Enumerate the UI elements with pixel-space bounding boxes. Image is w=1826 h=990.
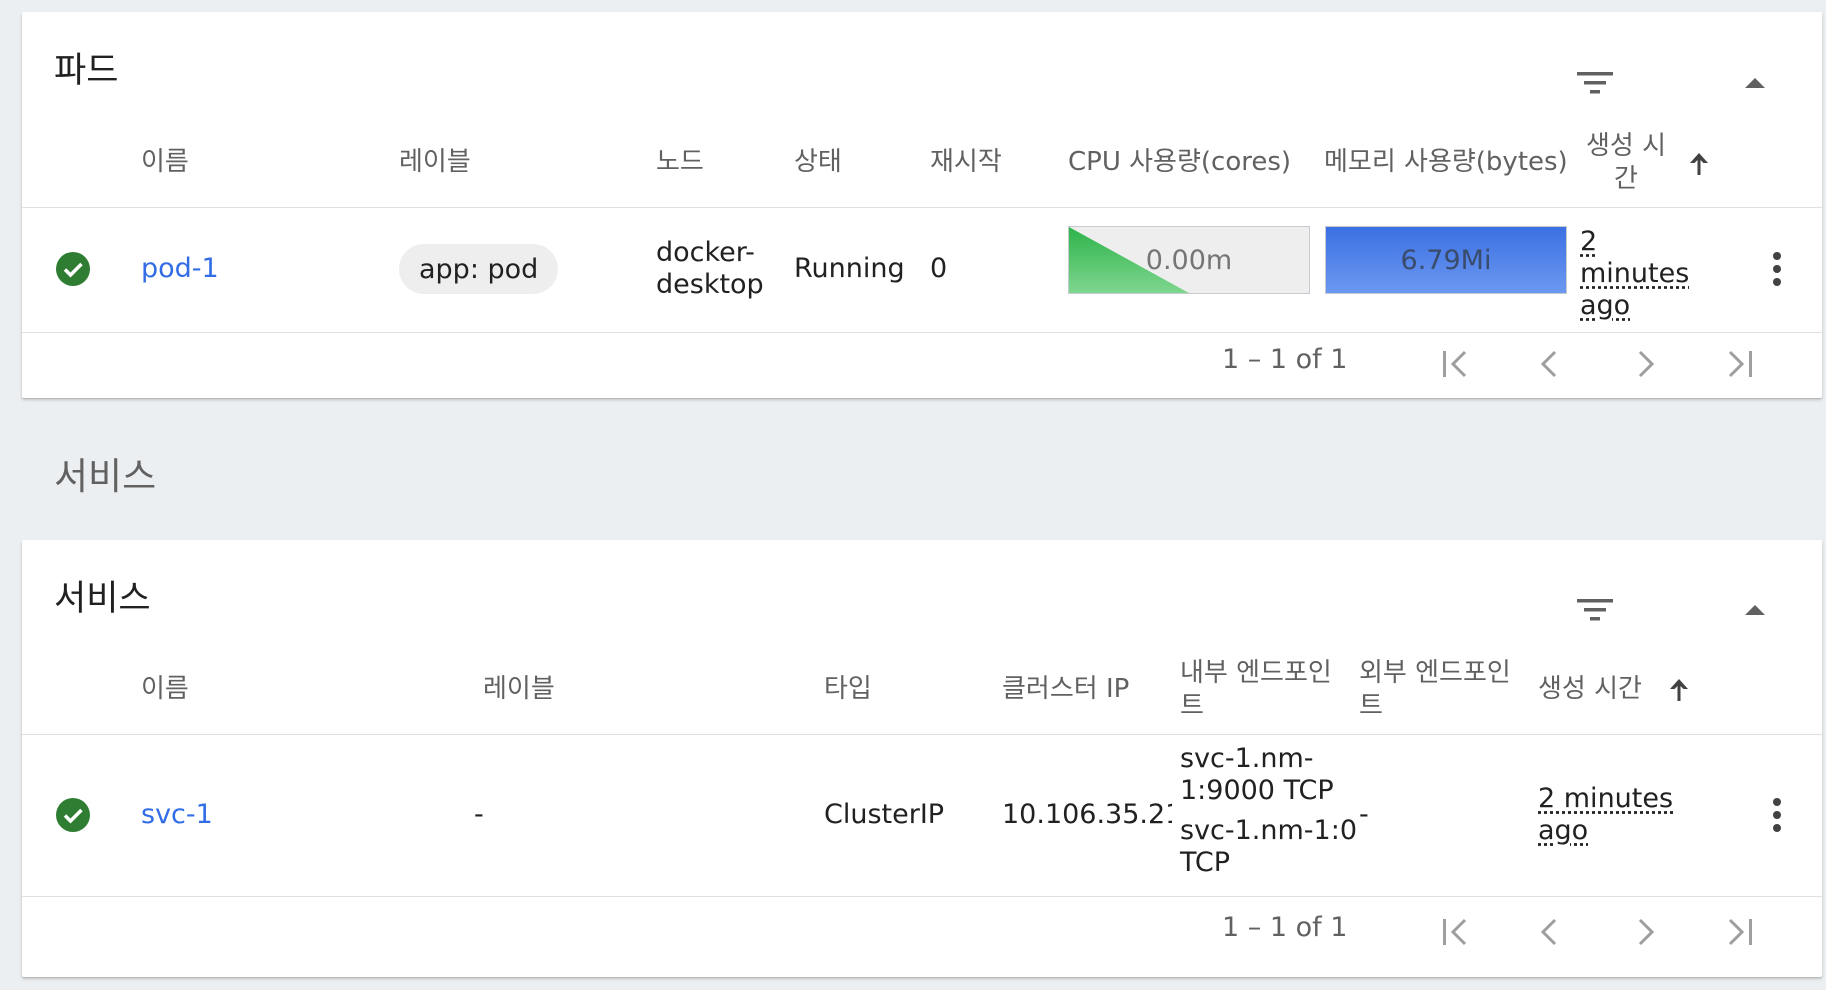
chevron-right-icon bbox=[1638, 918, 1655, 946]
pager-range: 1 – 1 of 1 bbox=[1222, 912, 1348, 943]
col-header-node: 노드 bbox=[656, 147, 704, 177]
node-line1: docker- bbox=[656, 237, 755, 268]
service-row-menu-button[interactable] bbox=[1752, 790, 1802, 840]
chevron-right-icon bbox=[1638, 350, 1655, 378]
pod-age-line3: ago bbox=[1580, 290, 1631, 321]
more-vert-icon bbox=[1773, 252, 1781, 286]
col-header-internal-line2: 트 bbox=[1180, 691, 1204, 721]
first-page-button[interactable] bbox=[1430, 339, 1480, 389]
arrow-upward-icon[interactable] bbox=[1688, 152, 1710, 176]
service-name-link[interactable]: svc-1 bbox=[141, 799, 213, 831]
col-header-internal-line1: 내부 엔드포인 bbox=[1180, 658, 1332, 688]
previous-page-button[interactable] bbox=[1525, 339, 1575, 389]
col-header-created[interactable]: 생성 시간 bbox=[1538, 673, 1642, 706]
expand-less-icon bbox=[1745, 78, 1765, 88]
cluster-ip-cell: 10.106.35.212 bbox=[1002, 799, 1172, 830]
col-header-created-line1: 생성 시 bbox=[1585, 131, 1667, 161]
first-page-button[interactable] bbox=[1430, 907, 1480, 957]
check-circle-icon bbox=[56, 252, 90, 286]
pod-age-line1: 2 bbox=[1580, 226, 1598, 257]
service-age: 2 minutes ago bbox=[1538, 783, 1673, 847]
endpoint-2-line2: TCP bbox=[1180, 847, 1231, 878]
table-row: svc-1 - ClusterIP 10.106.35.212 svc-1.nm… bbox=[22, 735, 1822, 895]
node-cell: docker- desktop bbox=[656, 237, 764, 301]
external-endpoints-cell: - bbox=[1359, 799, 1369, 830]
services-section-title: 서비스 bbox=[54, 455, 157, 498]
col-header-name[interactable]: 이름 bbox=[141, 146, 189, 179]
pager-range: 1 – 1 of 1 bbox=[1222, 344, 1348, 375]
last-page-button[interactable] bbox=[1715, 339, 1765, 389]
endpoint-1-line2: 1:9000 TCP bbox=[1180, 775, 1334, 806]
col-header-external-endpoints: 외부 엔드포인 트 bbox=[1359, 657, 1511, 723]
services-card: 서비스 이름 레이블 타입 클러스터 IP 내부 엔드포인 트 외부 엔드포인 … bbox=[22, 540, 1822, 977]
first-page-icon bbox=[1443, 918, 1467, 946]
filter-button[interactable] bbox=[1570, 585, 1620, 635]
expand-less-icon bbox=[1745, 605, 1765, 615]
last-page-icon bbox=[1728, 918, 1752, 946]
services-card-title: 서비스 bbox=[54, 579, 151, 619]
chevron-left-icon bbox=[1540, 918, 1557, 946]
pod-row-menu-button[interactable] bbox=[1752, 244, 1802, 294]
pod-age-line2: minutes bbox=[1580, 258, 1690, 289]
col-header-labels: 레이블 bbox=[399, 147, 471, 177]
check-circle-icon bbox=[56, 798, 90, 832]
row-divider bbox=[22, 332, 1822, 333]
filter-icon bbox=[1577, 599, 1613, 621]
col-header-external-line2: 트 bbox=[1359, 691, 1383, 721]
col-header-created-line2: 간 bbox=[1614, 164, 1638, 194]
chevron-left-icon bbox=[1540, 350, 1557, 378]
col-header-restarts: 재시작 bbox=[930, 147, 1002, 177]
pod-age: 2 minutes ago bbox=[1580, 226, 1689, 322]
filter-button[interactable] bbox=[1570, 58, 1620, 108]
collapse-button[interactable] bbox=[1730, 585, 1780, 635]
last-page-icon bbox=[1728, 350, 1752, 378]
col-header-status: 상태 bbox=[794, 147, 842, 177]
col-header-type: 타입 bbox=[824, 674, 872, 704]
service-age-line2: ago bbox=[1538, 815, 1589, 846]
endpoint-1-line1: svc-1.nm- bbox=[1180, 743, 1314, 774]
pods-card: 파드 이름 레이블 노드 상태 재시작 CPU 사용량(cores) 메모리 사… bbox=[22, 12, 1822, 398]
col-header-labels: 레이블 bbox=[483, 674, 555, 704]
col-header-cpu: CPU 사용량(cores) bbox=[1068, 147, 1292, 177]
pods-card-title: 파드 bbox=[54, 51, 119, 91]
node-line2: desktop bbox=[656, 269, 764, 300]
first-page-icon bbox=[1443, 350, 1467, 378]
col-header-external-line1: 외부 엔드포인 bbox=[1359, 658, 1511, 688]
label-chip: app: pod bbox=[399, 244, 559, 294]
pod-name-link[interactable]: pod-1 bbox=[141, 253, 219, 285]
arrow-upward-icon[interactable] bbox=[1668, 678, 1690, 702]
col-header-internal-endpoints: 내부 엔드포인 트 bbox=[1180, 657, 1332, 723]
col-header-memory: 메모리 사용량(bytes) bbox=[1324, 147, 1568, 177]
status-cell: Running bbox=[794, 253, 905, 284]
service-age-line1: 2 minutes bbox=[1538, 783, 1674, 814]
row-divider bbox=[22, 896, 1822, 897]
service-type-cell: ClusterIP bbox=[824, 799, 945, 830]
next-page-button[interactable] bbox=[1620, 339, 1670, 389]
more-vert-icon bbox=[1773, 798, 1781, 832]
internal-endpoints-cell: svc-1.nm- 1:9000 TCP svc-1.nm-1:0 TCP bbox=[1180, 743, 1357, 879]
previous-page-button[interactable] bbox=[1525, 907, 1575, 957]
col-header-name[interactable]: 이름 bbox=[141, 673, 189, 706]
label-chip-text: app: pod bbox=[419, 253, 539, 285]
filter-icon bbox=[1577, 72, 1613, 94]
memory-sparkline[interactable]: 6.79Mi bbox=[1325, 226, 1567, 294]
last-page-button[interactable] bbox=[1715, 907, 1765, 957]
col-header-cluster-ip: 클러스터 IP bbox=[1002, 674, 1130, 704]
cpu-sparkline[interactable]: 0.00m bbox=[1068, 226, 1310, 294]
restarts-cell: 0 bbox=[930, 253, 948, 284]
next-page-button[interactable] bbox=[1620, 907, 1670, 957]
table-row: pod-1 app: pod docker- desktop Running 0… bbox=[22, 208, 1822, 331]
cpu-value: 0.00m bbox=[1145, 244, 1233, 276]
memory-value: 6.79Mi bbox=[1400, 244, 1492, 276]
col-header-created[interactable]: 생성 시 간 bbox=[1584, 130, 1668, 196]
collapse-button[interactable] bbox=[1730, 58, 1780, 108]
service-labels-cell: - bbox=[474, 799, 484, 830]
endpoint-2-line1: svc-1.nm-1:0 bbox=[1180, 815, 1358, 846]
